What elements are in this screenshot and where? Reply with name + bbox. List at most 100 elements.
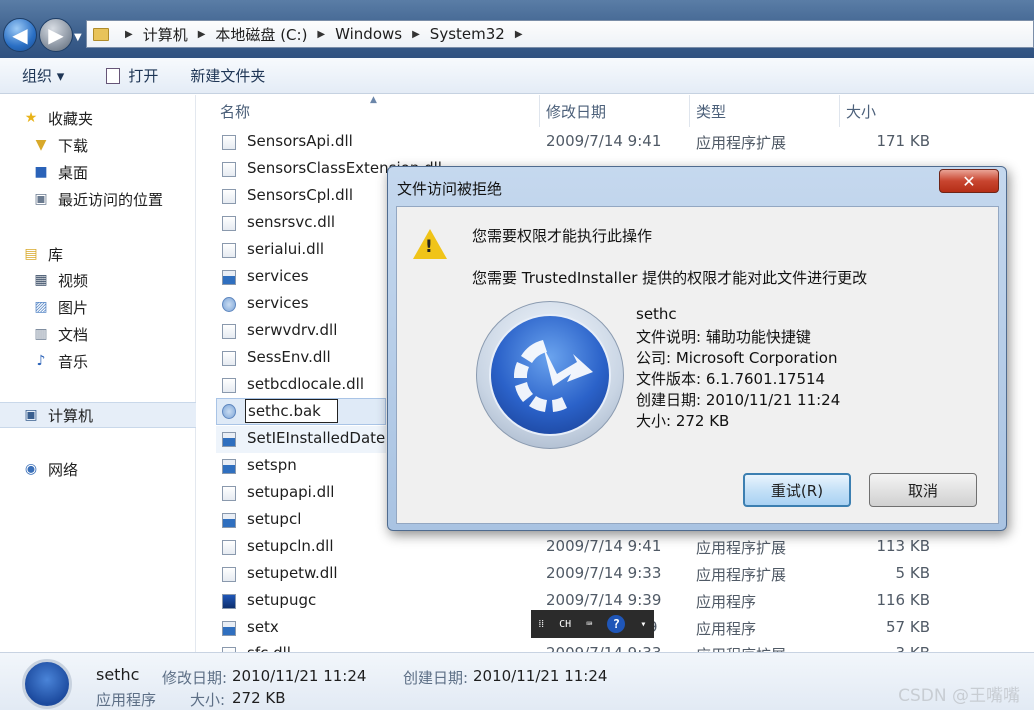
forward-button[interactable]: ▶: [39, 18, 73, 52]
file-row-renaming[interactable]: sethc.bak: [216, 398, 386, 425]
file-name: services: [247, 267, 309, 285]
file-date: 2009/7/14 9:39: [546, 591, 662, 609]
grip-icon[interactable]: ⁞⁞: [539, 619, 545, 630]
sidebar-item-pictures[interactable]: ▨ 图片: [32, 294, 228, 320]
details-created-value: 2010/11/21 11:24: [473, 667, 608, 685]
watermark: CSDN @王嘴嘴: [898, 686, 1020, 706]
sidebar-item-documents[interactable]: ▥ 文档: [32, 321, 228, 347]
ime-language-label[interactable]: CH: [559, 619, 571, 630]
sidebar-item-label: 网络: [48, 460, 79, 479]
chevron-right-icon[interactable]: ▶: [412, 29, 420, 40]
sidebar-item-label: 收藏夹: [48, 109, 94, 128]
new-folder-button[interactable]: 新建文件夹: [190, 65, 265, 86]
recent-pages-dropdown[interactable]: ▼: [74, 32, 82, 43]
open-button[interactable]: 打开: [106, 65, 158, 86]
sidebar-item-label: 最近访问的位置: [58, 190, 164, 209]
gear-icon: [222, 297, 236, 312]
file-row[interactable]: setupetw.dll 2009/7/14 9:33 应用程序扩展 5 KB: [216, 561, 1034, 588]
dll-file-icon: [222, 324, 236, 339]
ime-language-bar[interactable]: ⁞⁞ CH ⌨ ? ▾: [531, 610, 654, 638]
picture-icon: ▨: [34, 299, 48, 315]
file-row[interactable]: SetIEInstalledDate: [216, 426, 386, 453]
music-icon: ♪: [36, 353, 46, 369]
download-folder-icon: ▼: [35, 137, 47, 153]
dll-file-icon: [222, 162, 236, 177]
chevron-right-icon[interactable]: ▶: [317, 29, 325, 40]
column-header-size[interactable]: 大小: [840, 95, 930, 127]
rename-input[interactable]: sethc.bak: [245, 399, 338, 423]
organize-button[interactable]: 组织 ▾: [22, 65, 64, 86]
close-icon: ✕: [962, 171, 976, 191]
open-icon: [106, 67, 121, 84]
file-date: 2009/7/14 9:33: [546, 644, 661, 652]
breadcrumb-system32[interactable]: System32: [430, 25, 505, 43]
column-header-name[interactable]: 名称: [214, 95, 540, 127]
details-file-name: sethc: [96, 665, 140, 684]
retry-button[interactable]: 重试(R): [743, 473, 851, 507]
file-size: 113 KB: [876, 537, 930, 555]
sidebar-item-label: 图片: [58, 298, 89, 317]
file-name: setbcdlocale.dll: [247, 375, 365, 393]
chevron-right-icon[interactable]: ▶: [198, 29, 206, 40]
file-name: SensorsCpl.dll: [247, 186, 354, 204]
keyboard-icon[interactable]: ⌨: [586, 619, 592, 630]
folder-icon: [93, 27, 109, 41]
file-row[interactable]: setupcln.dll 2009/7/14 9:41 应用程序扩展 113 KB: [216, 534, 1034, 561]
arrow-left-icon: ◀: [12, 23, 28, 47]
close-button[interactable]: ✕: [939, 169, 999, 193]
file-type: 应用程序扩展: [696, 644, 786, 652]
chevron-down-icon[interactable]: ▾: [640, 619, 646, 630]
accessibility-icon: [476, 301, 624, 449]
breadcrumb-local-disk[interactable]: 本地磁盘 (C:): [215, 24, 307, 45]
file-size: 116 KB: [876, 591, 930, 609]
details-pane: sethc 应用程序 修改日期: 2010/11/21 11:24 创建日期: …: [0, 652, 1034, 710]
application-icon: [222, 459, 236, 474]
dialog-title: 文件访问被拒绝: [397, 180, 503, 198]
cancel-button[interactable]: 取消: [869, 473, 977, 507]
file-name: setupcl: [247, 510, 302, 528]
back-button[interactable]: ◀: [3, 18, 37, 52]
sidebar-item-libraries[interactable]: ▤ 库: [22, 241, 218, 267]
sidebar-item-computer[interactable]: ▣ 计算机: [0, 402, 196, 428]
file-row[interactable]: SensorsApi.dll 2009/7/14 9:41 应用程序扩展 171 KB: [216, 129, 1034, 156]
sidebar-item-videos[interactable]: ▦ 视频: [32, 267, 228, 293]
dll-file-icon: [222, 378, 236, 393]
accessibility-icon: [222, 404, 236, 419]
column-header-date[interactable]: 修改日期: [540, 95, 690, 127]
application-icon: [222, 621, 236, 636]
sidebar-item-recent[interactable]: ▣ 最近访问的位置: [32, 186, 228, 212]
application-icon: [222, 432, 236, 447]
sidebar-item-downloads[interactable]: ▼ 下载: [32, 132, 228, 158]
dll-file-icon: [222, 351, 236, 366]
file-info-size: 大小: 272 KB: [636, 412, 730, 430]
file-size: 5 KB: [895, 564, 930, 582]
column-header-type[interactable]: 类型: [690, 95, 840, 127]
warning-exclamation: !: [425, 237, 433, 257]
details-modified-label: 修改日期:: [162, 669, 228, 687]
file-size: 171 KB: [876, 132, 930, 150]
sidebar-item-favorites[interactable]: ★ 收藏夹: [22, 105, 218, 131]
breadcrumb-windows[interactable]: Windows: [335, 25, 402, 43]
file-type: 应用程序扩展: [696, 134, 787, 152]
sidebar-item-label: 音乐: [58, 352, 89, 371]
file-name: setspn: [247, 456, 297, 474]
file-name: setupapi.dll: [247, 483, 335, 501]
network-icon: ◉: [24, 461, 38, 477]
chevron-right-icon[interactable]: ▶: [125, 29, 133, 40]
file-row[interactable]: sfc.dll 2009/7/14 9:33 应用程序扩展 3 KB: [216, 641, 1034, 652]
recent-places-icon: ▣: [34, 191, 48, 207]
file-name: setupcln.dll: [247, 537, 334, 555]
sidebar-item-label: 文档: [58, 325, 89, 344]
dialog-message-primary: 您需要权限才能执行此操作: [472, 227, 653, 245]
library-icon: ▤: [24, 246, 38, 262]
help-icon[interactable]: ?: [607, 615, 626, 633]
sidebar-item-desktop[interactable]: ■ 桌面: [32, 159, 228, 185]
breadcrumb[interactable]: ▶ 计算机 ▶ 本地磁盘 (C:) ▶ Windows ▶ System32 ▶: [86, 20, 1034, 48]
breadcrumb-computer[interactable]: 计算机: [143, 24, 188, 45]
sidebar-item-label: 下载: [58, 136, 89, 155]
sidebar-item-network[interactable]: ◉ 网络: [22, 456, 218, 482]
file-info-version: 文件版本: 6.1.7601.17514: [636, 370, 826, 388]
sidebar-item-music[interactable]: ♪ 音乐: [32, 348, 228, 374]
chevron-right-icon[interactable]: ▶: [515, 29, 523, 40]
sidebar-item-label: 桌面: [58, 163, 89, 182]
